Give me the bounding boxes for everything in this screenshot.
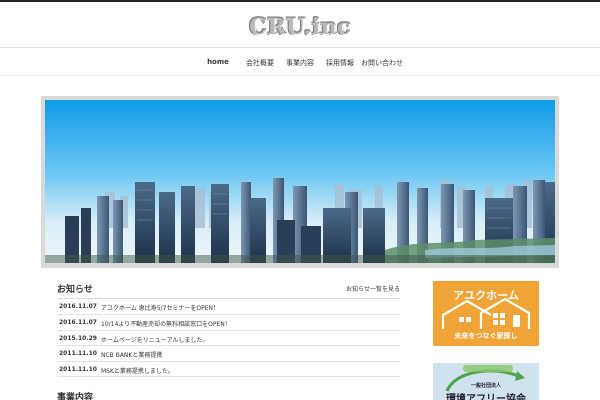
news-item[interactable]: 2016.11.07 アユクホーム 恵比寿5/7セミナーをOPEN！ bbox=[57, 299, 400, 315]
news-header: お知らせ お知らせ一覧を見る bbox=[57, 280, 400, 298]
news-title: お知らせ bbox=[57, 285, 93, 295]
news-item[interactable]: 2011.11.10 MSKと業務提携しました。 bbox=[57, 362, 400, 377]
news-item[interactable]: 2015.10.29 ホームページをリニューアルしました。 bbox=[57, 331, 400, 346]
global-nav: home 会社概要 事業内容 採用情報 お問い合わせ bbox=[0, 49, 600, 76]
nav-recruit[interactable]: 採用情報 bbox=[326, 58, 354, 68]
kankyo-banner-title: 環境アフリー協会 bbox=[446, 394, 526, 400]
nav-business[interactable]: 事業内容 bbox=[286, 58, 314, 68]
ayuku-banner-subtitle: 未来をつなぐ家探し bbox=[454, 332, 518, 340]
news-text[interactable]: NCB BANKと業務提携 bbox=[101, 350, 162, 359]
nav-home[interactable]: home bbox=[207, 58, 229, 66]
news-more-link[interactable]: お知らせ一覧を見る bbox=[346, 284, 400, 293]
nav-company[interactable]: 会社概要 bbox=[246, 58, 274, 68]
news-date: 2011.11.10 bbox=[59, 350, 97, 357]
nav-contact[interactable]: お問い合わせ bbox=[361, 58, 403, 68]
kankyo-banner-caption: 一般社団法人 bbox=[470, 383, 501, 389]
news-date: 2011.11.10 bbox=[59, 365, 97, 373]
ayuku-home-banner[interactable]: アユクホーム 未来をつなぐ家探し bbox=[433, 281, 539, 346]
news-list: 2016.11.07 アユクホーム 恵比寿5/7セミナーをOPEN！ 2016.… bbox=[57, 298, 400, 377]
kankyo-association-banner[interactable]: 一般社団法人 環境アフリー協会 bbox=[433, 363, 539, 400]
news-date: 2016.11.07 bbox=[59, 319, 97, 326]
hero-banner bbox=[41, 96, 559, 268]
site-logo[interactable]: CRU.inc bbox=[0, 14, 600, 40]
news-item[interactable]: 2016.11.07 10/14より不動産売却の無料相談窓口をOPEN！ bbox=[57, 315, 400, 331]
site-header: CRU.inc bbox=[0, 2, 600, 48]
business-section-title: 事業内容 bbox=[57, 393, 94, 400]
news-text[interactable]: ホームページをリニューアルしました。 bbox=[101, 335, 208, 344]
news-text[interactable]: 10/14より不動産売却の無料相談窓口をOPEN！ bbox=[101, 319, 231, 328]
city-skyline-image bbox=[45, 100, 555, 263]
news-text[interactable]: MSKと業務提携しました。 bbox=[101, 366, 174, 375]
news-section: お知らせ お知らせ一覧を見る 2016.11.07 アユクホーム 恵比寿5/7セ… bbox=[57, 280, 400, 377]
news-item[interactable]: 2011.11.10 NCB BANKと業務提携 bbox=[57, 346, 400, 362]
ayuku-banner-title: アユクホーム bbox=[453, 289, 519, 302]
news-text[interactable]: アユクホーム 恵比寿5/7セミナーをOPEN！ bbox=[101, 303, 219, 312]
news-date: 2016.11.07 bbox=[59, 303, 97, 310]
news-date: 2015.10.29 bbox=[59, 334, 97, 342]
